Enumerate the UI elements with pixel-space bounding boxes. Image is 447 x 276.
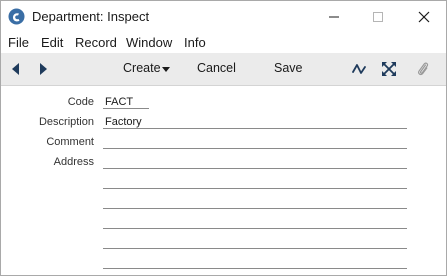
- expand-icon: [382, 62, 396, 76]
- maximize-icon: [373, 12, 383, 22]
- close-icon: [418, 11, 430, 23]
- save-button[interactable]: Save: [274, 61, 303, 75]
- window-title: Department: Inspect: [32, 9, 150, 24]
- inspect-window: Department: Inspect File Edit Record Win…: [0, 0, 447, 276]
- create-dropdown[interactable]: [161, 60, 171, 78]
- address-line-6-underline: [103, 268, 407, 269]
- attachment-button[interactable]: [415, 60, 431, 78]
- address-line-4-underline: [103, 228, 407, 229]
- address-line-2-underline: [103, 188, 407, 189]
- title-bar: Department: Inspect: [1, 1, 446, 33]
- expand-button[interactable]: [381, 60, 397, 78]
- chevron-down-icon: [162, 66, 170, 72]
- address-line-5-underline: [103, 248, 407, 249]
- menu-bar: File Edit Record Window Info: [1, 33, 446, 53]
- menu-edit[interactable]: Edit: [41, 35, 63, 50]
- activity-button[interactable]: [351, 60, 367, 78]
- minimize-button[interactable]: [314, 4, 354, 30]
- code-field[interactable]: FACT: [105, 96, 133, 108]
- previous-record-button[interactable]: [10, 60, 22, 78]
- description-field[interactable]: Factory: [105, 116, 142, 128]
- address-line-3-underline: [103, 208, 407, 209]
- arrow-left-icon: [12, 63, 19, 75]
- next-record-button[interactable]: [37, 60, 49, 78]
- description-label: Description: [38, 116, 94, 128]
- menu-record[interactable]: Record: [75, 35, 117, 50]
- close-button[interactable]: [404, 4, 444, 30]
- description-field-underline: [103, 128, 407, 129]
- code-label: Code: [67, 96, 94, 108]
- comment-field-underline: [103, 148, 407, 149]
- app-icon: [8, 8, 25, 25]
- menu-window[interactable]: Window: [126, 35, 172, 50]
- arrow-right-icon: [40, 63, 47, 75]
- code-field-underline: [103, 108, 149, 109]
- address-line-1-underline: [103, 168, 407, 169]
- address-label: Address: [53, 156, 94, 168]
- create-button[interactable]: Create: [123, 61, 161, 75]
- toolbar: Create Cancel Save: [1, 53, 446, 86]
- menu-info[interactable]: Info: [184, 35, 206, 50]
- comment-label: Comment: [46, 136, 94, 148]
- maximize-button[interactable]: [358, 4, 398, 30]
- paperclip-icon: [418, 62, 429, 76]
- menu-file[interactable]: File: [8, 35, 29, 50]
- pulse-icon: [351, 64, 366, 74]
- cancel-button[interactable]: Cancel: [197, 61, 236, 75]
- record-form: Code FACT Description Factory Comment Ad…: [1, 86, 446, 275]
- minimize-icon: [329, 16, 339, 18]
